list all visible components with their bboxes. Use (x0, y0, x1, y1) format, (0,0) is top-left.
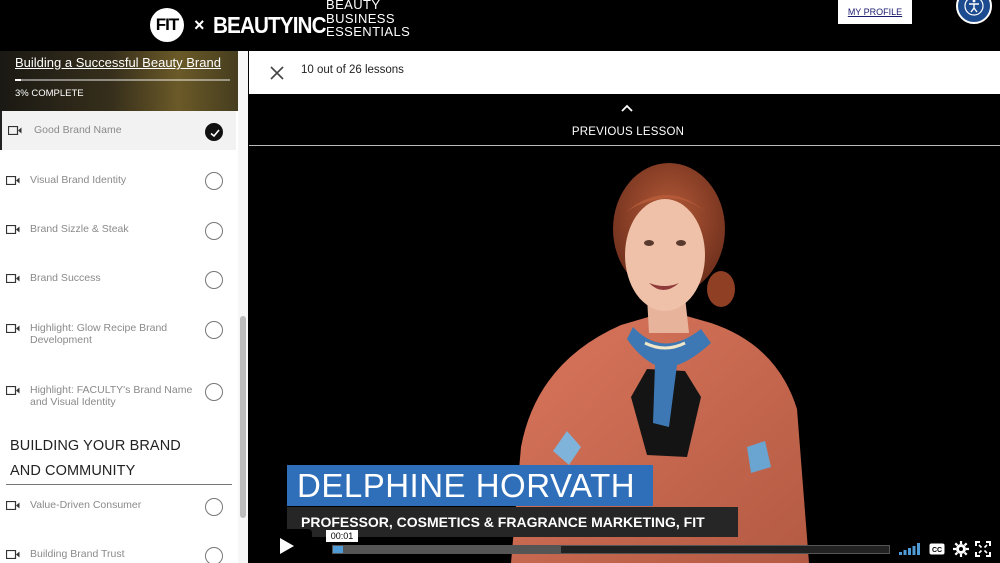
lesson-item-glow-recipe-highlight[interactable]: Highlight: Glow Recipe Brand Development (0, 311, 236, 361)
course-progress-bar (15, 79, 230, 81)
logo-times-sign: × (194, 14, 205, 35)
accessibility-icon[interactable] (956, 0, 992, 24)
beautyinc-wordmark: BEAUTYINC (212, 11, 327, 38)
lesson-label: Highlight: Glow Recipe Brand Development (30, 322, 168, 346)
lesson-label: Good Brand Name (34, 124, 122, 136)
play-icon (280, 538, 294, 554)
video-camera-icon (6, 274, 20, 283)
speaker-name: DELPHINE HORVATH (297, 467, 636, 504)
previous-lesson-button[interactable]: PREVIOUS LESSON (520, 126, 736, 138)
lesson-incomplete-circle-icon (205, 222, 223, 240)
video-camera-icon (6, 324, 20, 333)
lesson-complete-check-icon (205, 123, 223, 141)
lesson-incomplete-circle-icon (205, 383, 223, 401)
lesson-count: 10 out of 26 lessons (301, 64, 404, 76)
video-camera-icon (6, 225, 20, 234)
seek-progress (333, 546, 343, 553)
lesson-label: Highlight: FACULTY's Brand Name and Visu… (30, 384, 193, 408)
video-camera-icon (6, 501, 20, 510)
lesson-incomplete-circle-icon (205, 271, 223, 289)
accessibility-figure-icon (964, 0, 984, 16)
lesson-incomplete-circle-icon (205, 321, 223, 339)
sidebar-scrollbar[interactable] (238, 51, 248, 563)
lesson-label: Building Brand Trust (30, 548, 125, 560)
closed-captions-icon[interactable]: CC (929, 541, 945, 557)
seek-bar[interactable] (332, 545, 890, 554)
lesson-incomplete-circle-icon (205, 498, 223, 516)
video-camera-icon (6, 176, 20, 185)
fit-logo-mark: FIT (150, 8, 184, 42)
speaker-title: PROFESSOR, COSMETICS & FRAGRANCE MARKETI… (301, 514, 705, 530)
svg-text:CC: CC (932, 547, 942, 554)
previous-lesson-area[interactable] (249, 94, 1000, 146)
course-progress-fill (15, 79, 22, 81)
settings-gear-icon[interactable] (953, 541, 969, 557)
fullscreen-icon[interactable] (975, 541, 991, 557)
lesson-label: Value-Driven Consumer (30, 499, 142, 511)
tagline-line-1: BEAUTY (326, 0, 381, 12)
lesson-item-good-brand-name[interactable]: Good Brand Name (0, 111, 236, 150)
top-header: FIT × BEAUTYINC BEAUTY BUSINESS ESSENTIA… (0, 0, 1000, 51)
lesson-incomplete-circle-icon (205, 172, 223, 190)
lesson-item-faculty-highlight[interactable]: Highlight: FACULTY's Brand Name and Visu… (0, 373, 236, 423)
my-profile-button[interactable]: MY PROFILE (838, 0, 912, 24)
video-camera-icon (6, 386, 20, 395)
lesson-item-brand-sizzle-steak[interactable]: Brand Sizzle & Steak (0, 211, 236, 251)
chevron-up-icon[interactable] (620, 103, 634, 113)
course-title-link[interactable]: Building a Successful Beauty Brand (15, 55, 221, 70)
lesson-label: Brand Success (30, 272, 101, 284)
logo-tagline: BEAUTY BUSINESS ESSENTIALS (326, 0, 410, 39)
lesson-item-brand-success[interactable]: Brand Success (0, 261, 236, 301)
lesson-label: Visual Brand Identity (30, 174, 127, 186)
section-heading: BUILDING YOUR BRAND AND COMMUNITY (10, 438, 181, 479)
video-camera-icon (6, 550, 20, 559)
fit-beautyinc-logo[interactable]: FIT × BEAUTYINC BEAUTY BUSINESS ESSENTIA… (150, 0, 410, 48)
lesson-label: Brand Sizzle & Steak (30, 223, 129, 235)
app-window: FIT × BEAUTYINC BEAUTY BUSINESS ESSENTIA… (0, 0, 1000, 563)
course-sidebar: Building a Successful Beauty Brand 3% CO… (0, 51, 248, 563)
current-time-tooltip: 00:01 (326, 530, 358, 542)
lesson-incomplete-circle-icon (205, 547, 223, 563)
lesson-item-value-driven-consumer[interactable]: Value-Driven Consumer (0, 491, 236, 523)
lesson-item-building-brand-trust[interactable]: Building Brand Trust (0, 540, 236, 563)
sidebar-scroll-thumb[interactable] (240, 316, 246, 518)
course-header: Building a Successful Beauty Brand 3% CO… (0, 51, 248, 111)
close-icon[interactable] (268, 64, 286, 82)
lesson-item-visual-brand-identity[interactable]: Visual Brand Identity (0, 161, 236, 201)
course-progress-label: 3% COMPLETE (15, 88, 84, 99)
video-camera-icon (8, 126, 22, 135)
seek-buffered (333, 546, 561, 553)
tagline-line-2: BUSINESS (326, 10, 395, 26)
tagline-line-3: ESSENTIALS (326, 24, 411, 39)
section-divider (6, 484, 232, 485)
volume-icon[interactable] (899, 543, 921, 555)
